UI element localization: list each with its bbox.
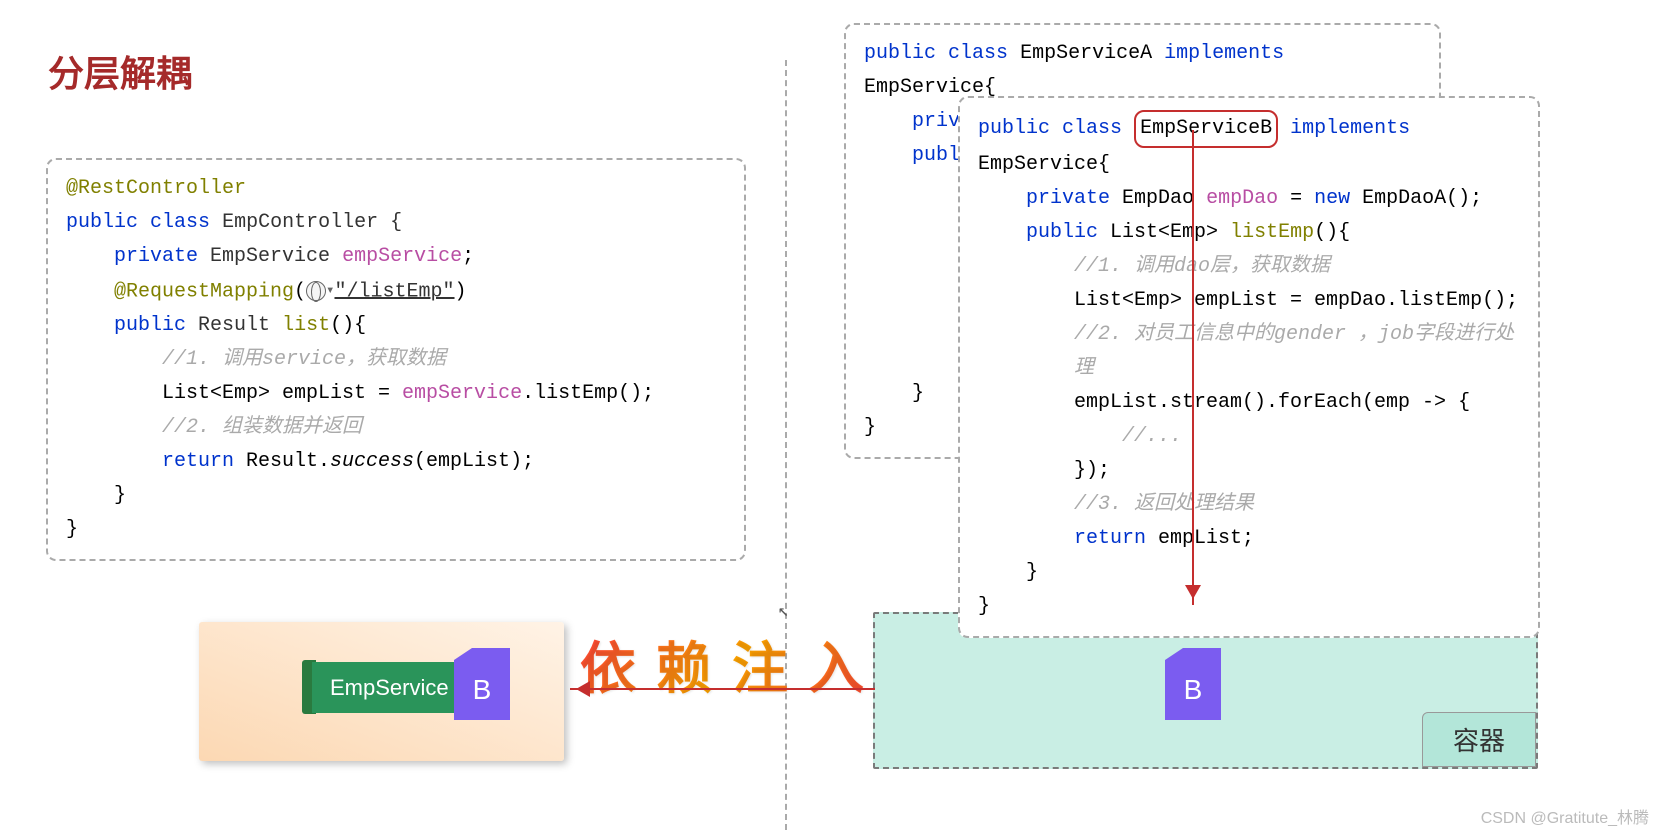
ret-type: Result — [198, 314, 270, 337]
block-b-right: B — [1165, 660, 1221, 720]
container-label: 容器 — [1422, 712, 1536, 767]
method-name: listEmp — [1230, 221, 1314, 244]
code-line: }); — [978, 454, 1520, 488]
ret-val: empList; — [1146, 527, 1254, 550]
field-ref: empService — [402, 382, 522, 405]
watermark: CSDN @Gratitute_林腾 — [1481, 804, 1649, 828]
field-type: EmpService — [210, 245, 330, 268]
url-string: "/listEmp" — [334, 280, 454, 303]
controller-code-box: @RestController public class EmpControll… — [46, 158, 746, 561]
eq: = — [1278, 187, 1314, 210]
kw-class: class — [1062, 117, 1122, 140]
comment: //1. 调用dao层，获取数据 — [978, 250, 1520, 284]
code-line: List<Emp> empList = — [162, 382, 402, 405]
di-label: 依赖注入 — [580, 624, 884, 705]
kw-public-partial: publ — [912, 144, 960, 167]
arrow-vertical-ioc — [1192, 130, 1194, 605]
method-call: success — [330, 450, 414, 473]
diagram-title: 分层解耦 — [48, 45, 192, 97]
code-line: (empList); — [414, 450, 534, 473]
field-name: empService — [342, 245, 462, 268]
arrow-horizontal-di — [570, 688, 875, 690]
field-name: empDao — [1206, 187, 1278, 210]
comment: //3. 返回处理结果 — [978, 488, 1520, 522]
kw-new: new — [1314, 187, 1350, 210]
class-name: EmpController { — [222, 211, 402, 234]
paren: ) — [455, 280, 467, 303]
globe-icon — [306, 281, 326, 301]
sig: (){ — [1314, 221, 1350, 244]
rest-controller-annotation: @RestController — [66, 177, 246, 200]
cursor-icon: ↖ — [778, 600, 789, 622]
request-mapping: @RequestMapping — [114, 280, 294, 303]
comment-2: //2. 组装数据并返回 — [66, 411, 726, 445]
semicolon: ; — [462, 245, 474, 268]
class-name-highlighted: EmpServiceB — [1134, 110, 1278, 148]
kw-public: public — [864, 42, 936, 65]
kw-implements: implements — [1164, 42, 1284, 65]
method-name: list — [282, 314, 330, 337]
kw-return: return — [1074, 527, 1146, 550]
comment: //... — [978, 420, 1520, 454]
service-b-code-box: public class EmpServiceB implements EmpS… — [958, 96, 1540, 638]
iface-name: EmpService{ — [978, 153, 1110, 176]
code-line: empList.stream().forEach(emp -> { — [978, 386, 1520, 420]
ctor: EmpDaoA(); — [1350, 187, 1482, 210]
kw-public: public — [66, 211, 138, 234]
vertical-divider — [785, 60, 787, 830]
field-type: EmpDao — [1122, 187, 1194, 210]
kw-return: return — [162, 450, 234, 473]
block-b-left: B — [454, 660, 510, 720]
comment: //2. 对员工信息中的gender ，job字段进行处理 — [978, 318, 1520, 386]
class-name: EmpServiceA — [1020, 42, 1152, 65]
kw-implements: implements — [1290, 117, 1410, 140]
kw-private: private — [1026, 187, 1110, 210]
paren: ( — [294, 280, 306, 303]
ret-type: List<Emp> — [1110, 221, 1218, 244]
emp-service-label: EmpService — [312, 662, 467, 713]
code-line: List<Emp> empList = empDao.listEmp(); — [978, 284, 1520, 318]
kw-class: class — [948, 42, 1008, 65]
sig: (){ — [330, 314, 366, 337]
code-line: Result. — [234, 450, 330, 473]
code-line: .listEmp(); — [522, 382, 654, 405]
kw-public: public — [978, 117, 1050, 140]
kw-class: class — [150, 211, 210, 234]
kw-public: public — [1026, 221, 1098, 244]
comment-1: //1. 调用service，获取数据 — [66, 343, 726, 377]
kw-private: private — [114, 245, 198, 268]
kw-public: public — [114, 314, 186, 337]
